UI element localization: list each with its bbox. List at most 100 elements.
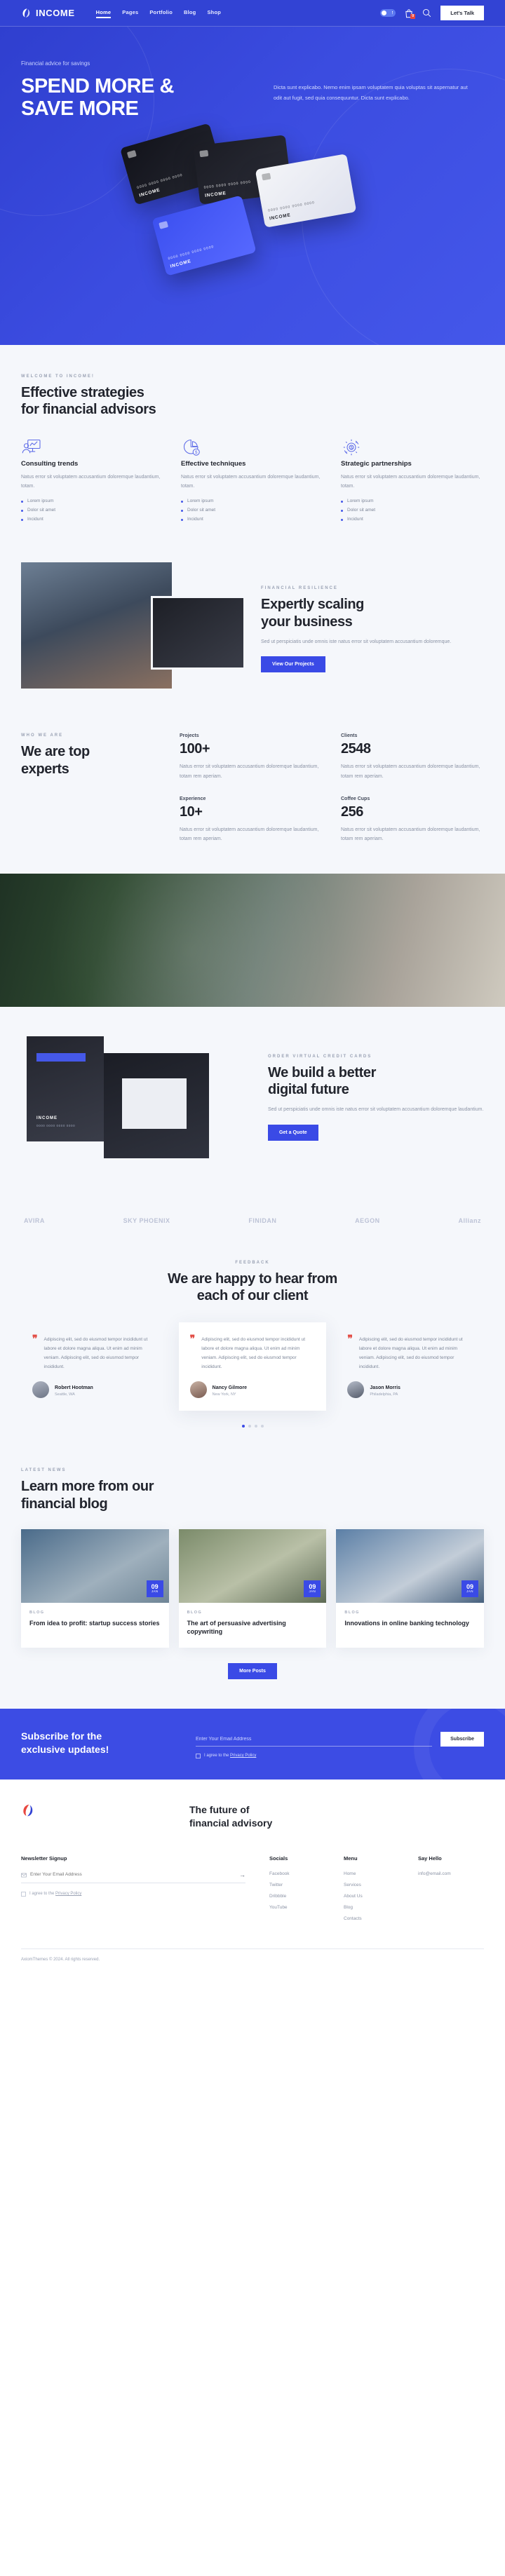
income-logo-icon[interactable] [21,1804,35,1819]
cart-count-badge: 0 [410,13,416,19]
feature-bullet: Incidunt [181,517,324,522]
lets-talk-button[interactable]: Let's Talk [440,6,484,20]
feature-card-effective-techniques: $ Effective techniques Natus error sit v… [181,437,324,527]
blog-eyebrow: LATEST NEWS [21,1468,67,1473]
blog-post-list: 09 JAN BLOG From idea to profit: startup… [21,1529,485,1648]
scaling-eyebrow: FINANCIAL RESILIENCE [261,586,338,591]
feature-list: Consulting trends Natus error sit volupt… [21,437,484,527]
stats-grid: Projects 100+ Natus error sit voluptatem… [180,733,484,843]
more-posts-button[interactable]: More Posts [228,1662,277,1679]
feature-desc: Natus error sit voluptatem accusantium d… [181,474,321,489]
page-root: INCOME Home Pages Portfolio Blog Shop 0 [0,0,505,1973]
stat-label: Experience [180,796,206,801]
feature-bullets: Lorem ipsum Dolor sit amet Incidunt [181,499,324,522]
blog-section: LATEST NEWS Learn more from our financia… [0,1457,505,1709]
card-brand: INCOME [269,212,292,222]
view-our-projects-button[interactable]: View Our Projects [261,656,325,673]
quote-mark-icon: ❞ [32,1334,38,1345]
arrow-right-icon[interactable]: → [239,1871,245,1878]
feature-title: Consulting trends [21,459,79,468]
blog-title[interactable]: Innovations in online banking technology [344,1619,476,1627]
get-a-quote-button[interactable]: Get a Quote [268,1124,318,1141]
footer-link-services[interactable]: Services [344,1883,394,1887]
card-number: 0000 0000 0000 0000 [168,244,215,262]
feature-bullets: Lorem ipsum Dolor sit amet Incidunt [341,499,484,522]
nav-link-shop[interactable]: Shop [207,9,221,18]
carousel-dot-4[interactable] [260,1425,264,1428]
testimonials-title-line-1: We are happy to hear from [168,1270,337,1287]
footer-privacy-policy-link[interactable]: Privacy Policy [55,1892,81,1896]
shopping-bag-icon[interactable]: 0 [405,8,416,19]
stat-value: 10+ [180,804,203,820]
blog-title[interactable]: The art of persuasive advertising copywr… [187,1619,318,1636]
newsletter-email-input[interactable] [30,1872,239,1878]
partner-logo-sky-phoenix: SKY PHOENIX [123,1216,170,1224]
scaling-section: FINANCIAL RESILIENCE Expertly scaling yo… [0,555,505,717]
feature-bullet: Dolor sit amet [21,508,164,513]
virtual-desc: Sed ut perspiciatis unde omnis iste natu… [268,1107,484,1113]
blog-title[interactable]: From idea to profit: startup success sto… [29,1619,161,1627]
footer-link-twitter[interactable]: Twitter [269,1883,320,1887]
carousel-pagination[interactable] [21,1425,484,1428]
brand-logo[interactable]: INCOME [21,8,75,18]
stat-value: 256 [341,804,363,820]
stat-coffee-cups: Coffee Cups 256 Natus error sit voluptat… [341,796,484,844]
footer-link-blog[interactable]: Blog [344,1905,394,1910]
footer-link-home[interactable]: Home [344,1871,394,1876]
search-icon[interactable] [422,8,431,18]
stat-desc: Natus error sit voluptatem accusantium d… [341,827,480,842]
subscribe-section: Subscribe for the exclusive updates! Sub… [0,1708,505,1780]
footer-link-youtube[interactable]: YouTube [269,1905,320,1910]
testimonial-location: Seattle, WA [55,1392,75,1397]
blog-date-badge: 09 JAN [146,1580,163,1598]
welcome-section: WELCOME TO INCOME! Effective strategies … [0,344,505,556]
footer-copyright: AxiomThemes © 2024. All rights reserved. [21,1948,484,1973]
stat-desc: Natus error sit voluptatem accusantium d… [341,764,480,779]
virtual-cards-media: INCOME 0000 0000 0000 0000 [21,1036,252,1170]
site-footer: The future of financial advisory Newslet… [0,1779,505,1973]
stats-section: WHO WE ARE We are top experts Projects 1… [0,717,505,874]
blog-post-card[interactable]: 09 JAN BLOG From idea to profit: startup… [21,1529,169,1648]
footer-tagline-line-2: financial advisory [189,1817,273,1829]
hands-phone-banner-image [0,873,505,1007]
newsletter-privacy-checkbox[interactable] [21,1891,26,1897]
carousel-dot-3[interactable] [254,1425,257,1428]
footer-link-dribbble[interactable]: Dribbble [269,1894,320,1899]
dark-mode-toggle-icon[interactable] [380,9,396,17]
testimonial-text: Adipiscing elit, sed do eiusmod tempor i… [201,1337,305,1370]
blog-category: BLOG [29,1611,45,1615]
testimonials-title-line-2: each of our client [196,1287,309,1303]
nav-link-home[interactable]: Home [95,9,112,18]
blog-post-card[interactable]: 09 JAN BLOG Innovations in online bankin… [336,1529,485,1648]
stat-desc: Natus error sit voluptatem accusantium d… [180,764,319,779]
subscribe-email-input[interactable] [196,1733,433,1747]
blog-date-month: JAN [309,1589,316,1594]
stat-value: 2548 [341,741,371,757]
subscribe-privacy-checkbox[interactable] [196,1753,201,1758]
feature-bullets: Lorem ipsum Dolor sit amet Incidunt [21,499,164,522]
nav-link-blog[interactable]: Blog [184,9,196,18]
newsletter-agree-text: I agree to the [29,1892,56,1897]
card-brand: INCOME [36,1116,58,1120]
nav-link-portfolio[interactable]: Portfolio [149,9,173,18]
carousel-dot-2[interactable] [248,1425,251,1428]
footer-link-facebook[interactable]: Facebook [269,1871,320,1876]
primary-nav: Home Pages Portfolio Blog Shop [95,9,221,18]
blog-post-card[interactable]: 09 JAN BLOG The art of persuasive advert… [178,1529,327,1648]
privacy-policy-link[interactable]: Privacy Policy [230,1754,256,1758]
avatar [347,1381,365,1399]
nav-link-pages[interactable]: Pages [122,9,138,18]
footer-email-link[interactable]: info@email.com [418,1871,469,1876]
footer-column-socials: Socials Facebook Twitter Dribbble YouTub… [269,1855,320,1927]
phone-photo [151,596,245,670]
footer-link-contacts[interactable]: Contacts [344,1916,394,1921]
footer-link-about-us[interactable]: About Us [344,1894,394,1899]
subscribe-agree-text: I agree to the [204,1754,231,1758]
testimonial-card: ❞ Adipiscing elit, sed do eiusmod tempor… [178,1322,327,1411]
testimonial-author: Nancy Gilmore [212,1385,248,1390]
testimonial-author: Robert Hootman [55,1385,93,1390]
carousel-dot-1[interactable] [241,1425,245,1428]
blog-date-badge: 09 JAN [462,1580,479,1598]
testimonial-card: ❞ Adipiscing elit, sed do eiusmod tempor… [21,1322,169,1411]
feature-title: Strategic partnerships [341,459,412,468]
